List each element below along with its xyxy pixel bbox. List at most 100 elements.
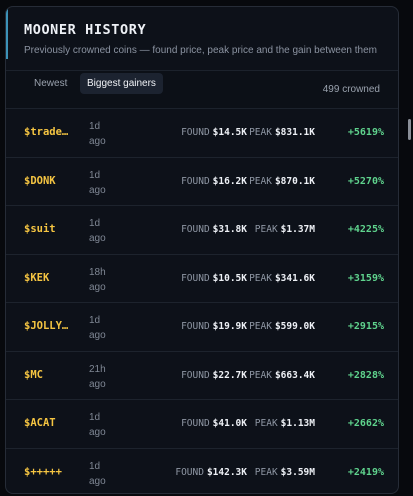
peak-label: PEAK <box>249 369 272 381</box>
found-label: FOUND <box>181 321 210 332</box>
found-price: FOUND $142.3K <box>175 467 247 478</box>
found-value: $22.7K <box>212 369 247 381</box>
peak-value: $3.59M <box>280 466 315 478</box>
found-label: FOUND <box>181 224 210 235</box>
found-label: FOUND <box>181 175 210 187</box>
found-price: FOUND $19.9K <box>181 321 247 332</box>
coin-symbol: $KEK <box>24 271 50 284</box>
found-label: FOUND <box>181 418 210 429</box>
found-value: $31.8K <box>212 224 247 235</box>
age-suffix: ago <box>89 281 106 293</box>
peak-label: PEAK <box>254 224 278 235</box>
peak-value: $1.13M <box>280 418 315 429</box>
age-suffix: ago <box>89 330 106 341</box>
age-value: 21h <box>89 363 106 375</box>
gain-percent: +5619% <box>347 127 384 138</box>
coin-symbol: $+++++ <box>24 465 62 478</box>
age-suffix: ago <box>89 184 106 196</box>
found-label: FOUND <box>181 369 210 381</box>
coin-symbol: $MC <box>24 368 43 381</box>
history-list: $trade… 1d ago FOUND $14.5K PEAK $831.1K +5… <box>6 109 398 494</box>
peak-price: PEAK $831.1K <box>249 127 315 138</box>
age-suffix: ago <box>89 475 106 487</box>
age-value: 1d <box>89 315 101 326</box>
found-value: $41.0K <box>212 418 247 429</box>
age-suffix: ago <box>89 378 106 390</box>
panel-subtitle: Previously crowned coins — found price, … <box>24 45 377 56</box>
list-scrollbar[interactable] <box>408 119 411 140</box>
peak-price: PEAK $3.59M <box>255 467 315 478</box>
found-value: $16.2K <box>212 175 247 187</box>
peak-value: $870.1K <box>274 175 315 187</box>
coin-symbol: $JOLLY… <box>24 320 69 332</box>
found-value: $14.5K <box>212 127 247 138</box>
history-row[interactable]: $suit 1d ago FOUND $31.8K PEAK $1.37M +4225… <box>6 206 398 255</box>
peak-value: $1.37M <box>280 224 315 235</box>
history-row[interactable]: $KEK 18h ago FOUND $10.5K PEAK $341.6K +315… <box>6 255 398 303</box>
gain-percent: +5270% <box>347 175 384 187</box>
row-age: 1d ago <box>89 459 111 489</box>
age-suffix: ago <box>89 427 106 438</box>
row-age: 1d ago <box>89 216 111 246</box>
age-value: 1d <box>89 121 101 132</box>
coin-symbol: $DONK <box>24 174 56 187</box>
row-age: 1d ago <box>89 410 111 440</box>
peak-price: PEAK $663.4K <box>249 370 315 381</box>
row-age: 1d ago <box>89 168 111 198</box>
panel-title: MOONER HISTORY <box>24 22 147 38</box>
history-row[interactable]: $ACAT 1d ago FOUND $41.0K PEAK $1.13M +2662… <box>6 400 398 449</box>
row-age: 1d ago <box>89 313 111 343</box>
peak-price: PEAK $1.37M <box>255 224 315 235</box>
found-price: FOUND $41.0K <box>181 418 247 429</box>
found-label: FOUND <box>181 272 210 284</box>
peak-label: PEAK <box>249 175 272 187</box>
gain-percent: +2662% <box>347 418 384 429</box>
found-value: $142.3K <box>206 466 247 478</box>
peak-label: PEAK <box>254 466 278 478</box>
row-age: 1d ago <box>89 119 111 149</box>
coin-symbol: $ACAT <box>24 417 56 429</box>
peak-label: PEAK <box>254 418 278 429</box>
gain-percent: +2419% <box>347 466 384 478</box>
age-value: 1d <box>89 169 101 181</box>
coin-symbol: $trade… <box>24 126 69 138</box>
peak-value: $831.1K <box>274 127 315 138</box>
gain-percent: +3159% <box>347 272 384 284</box>
age-value: 18h <box>89 266 106 278</box>
crowned-count: 499 crowned <box>322 84 380 95</box>
age-value: 1d <box>89 218 101 229</box>
peak-value: $341.6K <box>274 272 315 284</box>
row-age: 21h ago <box>89 362 111 392</box>
found-price: FOUND $14.5K <box>181 127 247 138</box>
tab-newest[interactable]: Newest <box>27 73 74 94</box>
gain-percent: +4225% <box>347 224 384 235</box>
found-value: $10.5K <box>212 272 247 284</box>
found-price: FOUND $10.5K <box>181 273 247 284</box>
found-price: FOUND $31.8K <box>181 224 247 235</box>
history-row[interactable]: $DONK 1d ago FOUND $16.2K PEAK $870.1K +527… <box>6 158 398 206</box>
gain-percent: +2915% <box>347 321 384 332</box>
peak-label: PEAK <box>249 321 272 332</box>
peak-price: PEAK $599.0K <box>249 321 315 332</box>
found-label: FOUND <box>181 127 210 138</box>
history-row[interactable]: $+++++ 1d ago FOUND $142.3K PEAK $3.59M +24… <box>6 449 398 494</box>
peak-value: $663.4K <box>274 369 315 381</box>
age-value: 1d <box>89 460 101 472</box>
peak-value: $599.0K <box>274 321 315 332</box>
history-row[interactable]: $MC 21h ago FOUND $22.7K PEAK $663.4K +2828… <box>6 352 398 400</box>
found-price: FOUND $16.2K <box>181 176 247 187</box>
history-row[interactable]: $JOLLY… 1d ago FOUND $19.9K PEAK $599.0K +2… <box>6 303 398 352</box>
age-suffix: ago <box>89 136 106 147</box>
tab-biggest-gainers[interactable]: Biggest gainers <box>80 73 163 94</box>
age-suffix: ago <box>89 233 106 244</box>
found-value: $19.9K <box>212 321 247 332</box>
peak-label: PEAK <box>249 127 272 138</box>
row-age: 18h ago <box>89 265 111 295</box>
peak-label: PEAK <box>249 272 272 284</box>
found-label: FOUND <box>175 466 204 478</box>
peak-price: PEAK $870.1K <box>249 176 315 187</box>
coin-symbol: $suit <box>24 223 56 235</box>
age-value: 1d <box>89 412 101 423</box>
gain-percent: +2828% <box>347 369 384 381</box>
history-row[interactable]: $trade… 1d ago FOUND $14.5K PEAK $831.1K +5… <box>6 109 398 158</box>
